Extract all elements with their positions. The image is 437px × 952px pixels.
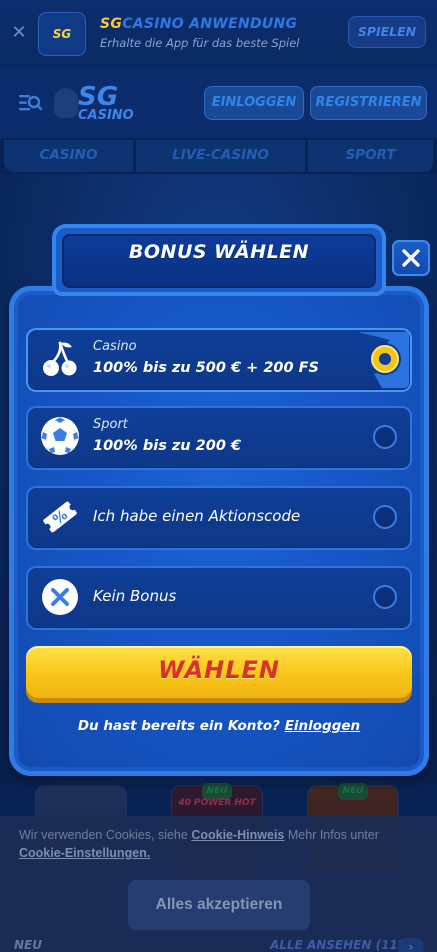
choose-bonus-button[interactable]: WÄHLEN (26, 646, 412, 698)
bonus-option-no-bonus[interactable] (26, 566, 412, 630)
section-new-label: NEU (14, 938, 42, 952)
modal-close-button[interactable] (392, 240, 430, 276)
register-button[interactable]: REGISTRIEREN (310, 86, 427, 120)
login-button[interactable]: EINLOGGEN (204, 86, 304, 120)
logo-casino-text: CASINO (78, 108, 134, 123)
app-logo-text: SG (52, 27, 72, 41)
cookie-text-1: Wir verwenden Cookies, siehe (19, 828, 188, 842)
radio-selected[interactable] (371, 345, 399, 373)
site-logo[interactable]: SG CASINO (54, 82, 140, 124)
bonus-option-category: Sport (93, 417, 128, 432)
no-bonus-x-icon (42, 579, 78, 615)
accept-cookies-button[interactable]: Alles akzeptieren (128, 880, 310, 930)
login-prompt: Du hast bereits ein Konto? Einloggen (9, 718, 429, 734)
app-logo-icon: SG (38, 12, 86, 56)
bonus-option-offer: Ich habe einen Aktionscode (93, 507, 301, 525)
banner-title: SGCASINO ANWENDUNG (100, 16, 297, 32)
close-icon (402, 249, 420, 267)
radio-unselected[interactable] (373, 505, 397, 529)
menu-search-icon[interactable] (18, 92, 42, 114)
cookie-text-2: Mehr Infos unter (287, 828, 379, 842)
cherry-icon (43, 341, 77, 376)
choose-bonus-button-label: WÄHLEN (157, 656, 281, 684)
banner-title-rest: CASINO ANWENDUNG (122, 16, 298, 32)
penguin-mascot-icon (54, 88, 78, 118)
banner-subtitle: Erhalte die App für das beste Spiel (100, 36, 300, 50)
login-prompt-link[interactable]: Einloggen (285, 718, 360, 734)
promo-ticket-icon: % (43, 501, 77, 533)
login-prompt-text: Du hast bereits ein Konto? (77, 718, 280, 734)
modal-title: BONUS WÄHLEN (128, 241, 310, 263)
cookie-settings-link[interactable]: Cookie-Einstellungen. (19, 846, 150, 860)
banner-close-icon[interactable]: ✕ (8, 22, 30, 44)
cookie-notice-text: Wir verwenden Cookies, siehe Cookie-Hinw… (19, 826, 414, 862)
banner-play-button[interactable]: SPIELEN (348, 16, 426, 48)
bonus-option-offer: 100% bis zu 200 € (93, 438, 242, 454)
banner-title-brand: SG (100, 16, 123, 32)
soccer-ball-icon (41, 417, 79, 455)
chevron-right-icon[interactable]: › (398, 938, 424, 952)
bonus-option-category: Casino (93, 339, 137, 354)
cookie-notice-link[interactable]: Cookie-Hinweis (191, 828, 284, 842)
bonus-option-offer: Kein Bonus (93, 587, 177, 605)
radio-unselected[interactable] (373, 425, 397, 449)
radio-unselected[interactable] (373, 585, 397, 609)
bonus-option-offer: 100% bis zu 500 € + 200 FS (93, 360, 319, 376)
